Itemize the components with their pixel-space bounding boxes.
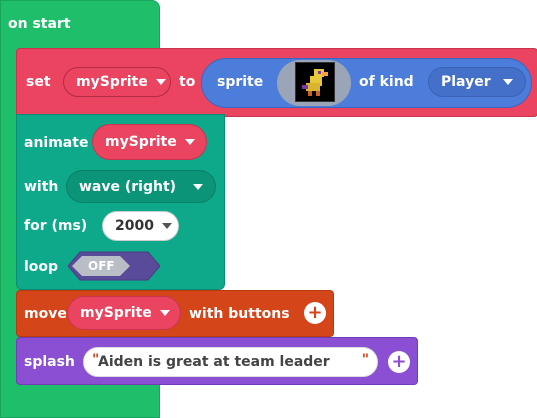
duration-value: 2000 [115,218,154,234]
animate-label: animate [24,135,89,151]
plus-icon[interactable]: + [388,351,410,373]
to-label: to [179,74,196,90]
chevron-down-icon [503,79,513,85]
move-variable-dropdown[interactable]: mySprite [67,296,181,330]
variable-name: mySprite [105,134,177,150]
sprite-image-icon[interactable] [295,62,335,102]
variable-name: mySprite [76,74,148,90]
with-label: with [24,179,59,195]
move-label: move [24,306,67,322]
duration-input[interactable]: 2000 [102,211,179,241]
kind-dropdown[interactable]: Player [428,67,526,97]
loop-toggle[interactable]: OFF [67,250,161,282]
chevron-down-icon [155,79,166,85]
variable-name: mySprite [80,305,152,321]
animate-variable-dropdown[interactable]: mySprite [92,124,207,160]
toggle-state-label: OFF [88,259,115,273]
set-label: set [26,74,51,90]
animation-value: wave (right) [79,178,177,195]
plus-icon[interactable]: + [304,302,326,324]
chevron-down-icon [184,139,195,145]
chevron-down-icon [161,223,172,229]
open-quote: " [92,352,100,368]
duck-sprite-icon [296,63,334,101]
set-variable-dropdown[interactable]: mySprite [63,67,171,97]
close-quote: " [361,352,369,368]
kind-value: Player [441,74,491,90]
chevron-down-icon [193,183,203,190]
of-kind-label: of kind [359,74,414,90]
splash-label: splash [24,354,75,370]
chevron-down-icon [159,310,170,316]
splash-text-input[interactable]: " Aiden is great at team leader " [83,347,378,377]
loop-label: loop [24,259,59,275]
on-start-label: on start [8,16,71,32]
sprite-label: sprite [217,74,264,90]
with-buttons-label: with buttons [189,306,290,322]
for-ms-label: for (ms) [24,218,88,234]
animation-dropdown[interactable]: wave (right) [66,170,216,203]
splash-text: Aiden is great at team leader [98,354,330,370]
